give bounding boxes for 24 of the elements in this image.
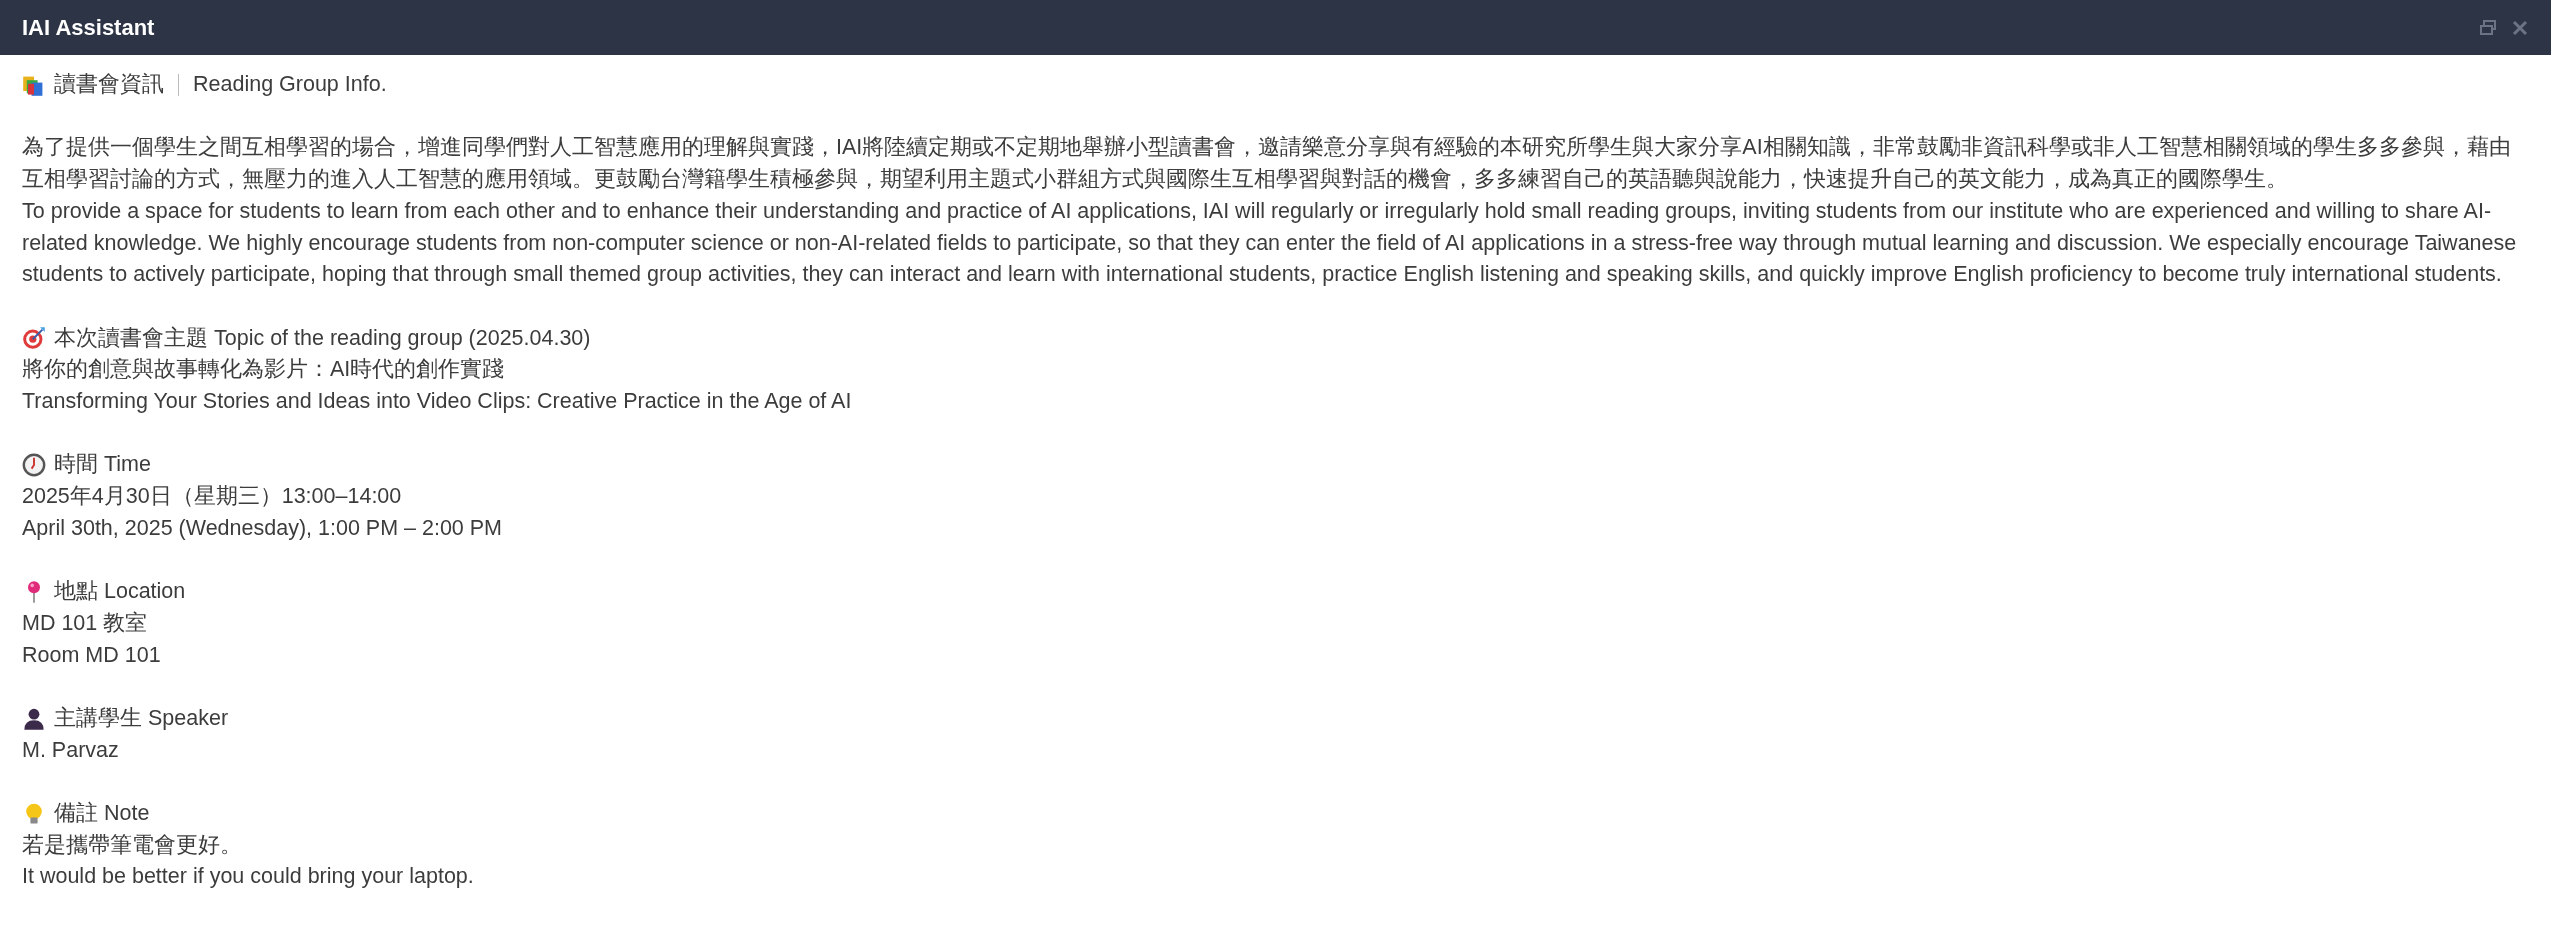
section-heading: 時間 Time bbox=[54, 451, 151, 479]
person-icon bbox=[22, 706, 46, 731]
detail-text: MD 101 教室 bbox=[22, 609, 149, 637]
section-heading: 讀書會資訊 bbox=[54, 71, 164, 98]
detail-text: 2025年4月30日（星期三）13:00–14:00 bbox=[22, 483, 403, 511]
window-title: IAI Assistant bbox=[22, 14, 156, 41]
section-heading: 主講學生 Speaker bbox=[54, 705, 229, 732]
section-heading: 備註 Note bbox=[54, 800, 150, 828]
detail-text: Transforming Your Stories and Ideas into Video Clips: Creative Practice in the Age of AI bbox=[22, 388, 853, 415]
close-icon[interactable] bbox=[2511, 18, 2529, 37]
detail-text: April 30th, 2025 (Wednesday), 1:00 PM – 2:00 PM bbox=[22, 514, 504, 542]
detail-text: M. Parvaz bbox=[22, 736, 120, 764]
detail-text: It would be better if you could bring your laptop. bbox=[22, 863, 475, 891]
detail-text: Room MD 101 bbox=[22, 641, 162, 669]
restore-icon[interactable] bbox=[2479, 18, 2497, 37]
paragraph: 為了提供一個學生之間互相學習的場合，增進同學們對人工智慧應用的理解與實踐，IAI將陸續定期或不定期地舉辦小型讀書會，邀請樂意分享與有經驗的本研究所學生與大家分享AI相關知識，非常鼓勵非資訊科學或非人工智慧相關領域的學生多多參與，藉由互相學習討論的方式，無壓力的進入人工智慧的應用領域。更鼓勵台灣籍學生積極參與，期望利用主題式小群組方式與國際生互相學習與對話的機會，多多練習自己的英語聽與說能力，快速提升自己的英文能力，成為真正的國際學生。 bbox=[22, 134, 2512, 194]
detail-text: 若是攜帶筆電會更好。 bbox=[22, 831, 243, 859]
paragraph: To provide a space for students to learn from each other and to enhance their understanding and practice of AI applications, IAI will regularly or irregularly hold small reading groups, inviting students from our institute who are experienced and willing to share AI-related knowledge. We highly encourage students from non-computer science or non-AI-related fields to participate, so that they can enter the field of AI applications in a stress-free way through mutual learning and discussion. We especially encourage Taiwanese students to actively participate, hoping that through small themed group activities, they can interact and learn with international students, practice English listening and speaking skills, and quickly improve English proficiency to become truly international students. bbox=[22, 197, 2518, 289]
section-subheading: Reading Group Info. bbox=[193, 71, 387, 98]
clock-icon bbox=[22, 453, 46, 478]
target-icon bbox=[22, 326, 46, 351]
section-heading: 地點 Location bbox=[54, 578, 186, 606]
section-heading: 本次讀書會主題 Topic of the reading group (2025.04.30) bbox=[54, 324, 591, 352]
detail-text: 將你的創意與故事轉化為影片：AI時代的創作實踐 bbox=[22, 356, 506, 384]
